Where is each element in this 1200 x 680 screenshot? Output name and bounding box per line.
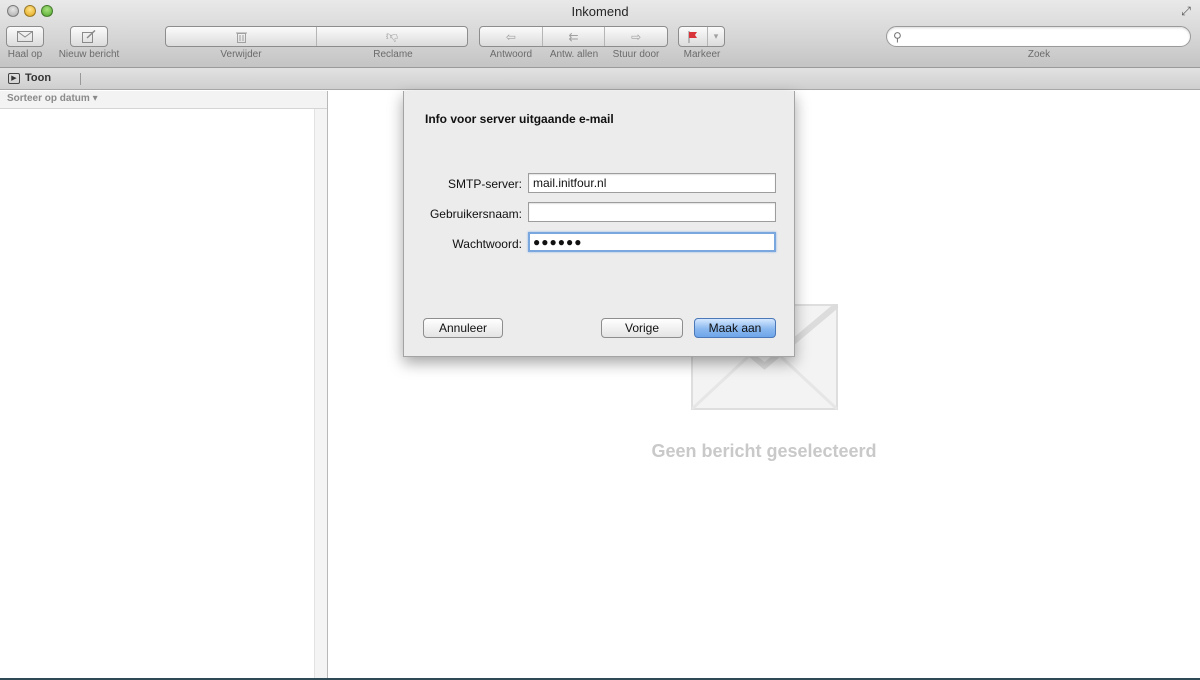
forward-arrow-icon: ⇨ (631, 29, 642, 44)
reply-segment: ⇦ ⇇ ⇨ (479, 26, 668, 47)
delete-junk-segment: 👎︎ (165, 26, 468, 47)
username-label: Gebruikersnaam: (429, 207, 522, 221)
fullscreen-icon[interactable]: ⤢ (1179, 4, 1193, 18)
get-mail-button[interactable] (6, 26, 44, 47)
thumbs-down-icon: 👎︎ (385, 29, 399, 43)
cancel-button[interactable]: Annuleer (423, 318, 503, 338)
get-mail-label: Haal op (7, 49, 43, 60)
back-button[interactable]: Vorige (601, 318, 683, 338)
username-field[interactable] (528, 202, 776, 222)
compose-icon (82, 30, 96, 43)
search-label: Zoek (1027, 49, 1051, 60)
password-label: Wachtwoord: (452, 237, 522, 251)
window-toolbar: Inkomend ⤢ Haal op Nieuw bericht 👎︎ Verw… (0, 0, 1200, 68)
reply-all-button[interactable]: ⇇ (543, 27, 606, 46)
delete-label: Verwijder (220, 49, 262, 60)
smtp-server-label: SMTP-server: (447, 177, 522, 191)
filter-divider (80, 73, 81, 85)
message-list: Sorteer op datum ▾ (0, 91, 328, 678)
flag-label: Markeer (683, 49, 721, 60)
mail-window: Inkomend ⤢ Haal op Nieuw bericht 👎︎ Verw… (0, 0, 1200, 678)
flag-button[interactable]: ▾ (678, 26, 725, 47)
new-message-button[interactable] (70, 26, 108, 47)
smtp-server-field[interactable] (528, 173, 776, 193)
reply-arrow-icon: ⇦ (505, 29, 516, 44)
outgoing-server-sheet: Info voor server uitgaande e-mail SMTP-s… (403, 91, 795, 357)
sort-by-date-menu[interactable]: Sorteer op datum ▾ (0, 91, 327, 109)
flag-dropdown-chevron-icon[interactable]: ▾ (708, 27, 724, 46)
junk-label: Reclame (373, 49, 413, 60)
search-field[interactable]: ⚲ (886, 26, 1191, 47)
flag-icon (688, 30, 697, 43)
junk-button[interactable]: 👎︎ (317, 27, 467, 46)
reply-all-arrow-icon: ⇇ (568, 29, 579, 44)
forward-button[interactable]: ⇨ (605, 27, 667, 46)
create-button[interactable]: Maak aan (694, 318, 776, 338)
reply-label: Antwoord (489, 49, 533, 60)
search-input[interactable] (909, 29, 1179, 44)
show-label: Toon (25, 72, 52, 84)
new-message-label: Nieuw bericht (58, 49, 120, 60)
magnifier-icon: ⚲ (893, 30, 902, 44)
envelope-icon (17, 31, 33, 42)
reply-all-label: Antw. allen (549, 49, 599, 60)
trash-icon (235, 32, 247, 43)
window-title: Inkomend (571, 4, 629, 19)
no-message-selected-text: Geen bericht geselecteerd (651, 441, 877, 461)
show-mailboxes-button[interactable]: ▶ Toon (8, 72, 51, 84)
password-field[interactable]: ●●●●●● (528, 232, 776, 252)
message-list-scrollbar[interactable] (314, 109, 327, 678)
forward-label: Stuur door (612, 49, 660, 60)
reply-button[interactable]: ⇦ (480, 27, 543, 46)
flag-main[interactable] (679, 27, 708, 46)
sheet-title: Info voor server uitgaande e-mail (425, 112, 614, 126)
mailbox-toggle-icon: ▶ (8, 72, 20, 84)
filter-bar: ▶ Toon (0, 68, 1200, 90)
password-mask: ●●●●●● (533, 235, 583, 249)
delete-button[interactable] (166, 27, 317, 46)
